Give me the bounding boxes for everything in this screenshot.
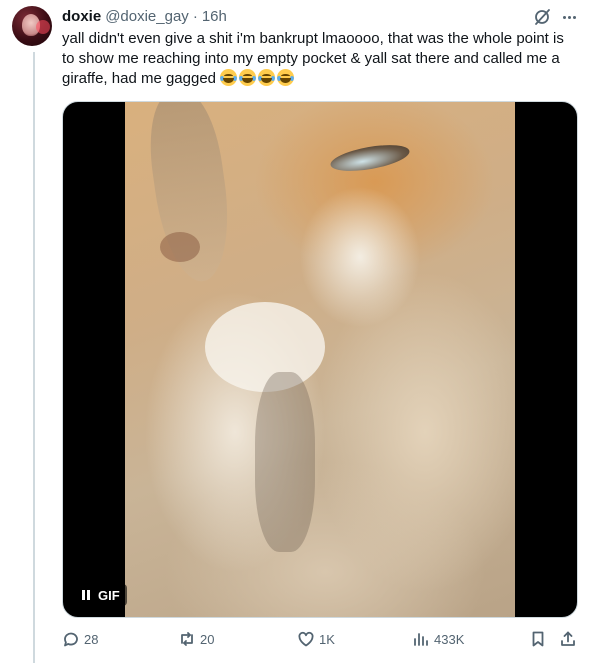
author-name[interactable]: doxie	[62, 8, 101, 25]
pause-icon[interactable]	[82, 590, 90, 600]
author-handle[interactable]: @doxie_gay	[105, 8, 189, 25]
face-with-tears-of-joy-icon	[239, 69, 257, 86]
views-button[interactable]: 433K	[412, 628, 464, 650]
tweet-body: yall didn't even give a shit i'm bankrup…	[62, 30, 564, 87]
more-icon[interactable]	[558, 8, 580, 26]
separator-dot: ·	[192, 7, 198, 25]
avatar[interactable]	[12, 6, 52, 46]
action-bar: 28 20 1K 433K	[62, 628, 580, 650]
bookmark-button[interactable]	[529, 628, 547, 650]
reply-icon	[64, 632, 78, 647]
heart-icon	[298, 631, 314, 647]
analytics-icon	[414, 633, 428, 646]
face-with-tears-of-joy-icon	[258, 69, 276, 86]
gif-frame-cat[interactable]	[125, 102, 515, 617]
gif-label: GIF	[98, 587, 120, 603]
reply-button[interactable]: 28	[62, 628, 98, 650]
tweet-header: doxie @doxie_gay · 16h	[62, 6, 227, 26]
tweet-text: yall didn't even give a shit i'm bankrup…	[62, 29, 580, 89]
view-count: 433K	[434, 631, 465, 647]
thread-line	[33, 52, 35, 663]
like-button[interactable]: 1K	[297, 628, 335, 650]
gif-badge[interactable]: GIF	[75, 584, 127, 606]
reply-count: 28	[84, 631, 99, 647]
share-button[interactable]	[559, 628, 577, 650]
face-with-tears-of-joy-icon	[220, 69, 238, 86]
repost-icon	[181, 632, 193, 646]
timestamp[interactable]: 16h	[202, 8, 227, 25]
gif-media[interactable]: GIF	[62, 101, 578, 618]
share-icon	[561, 631, 575, 646]
face-with-tears-of-joy-icon	[277, 69, 295, 86]
grok-icon[interactable]	[533, 8, 551, 26]
repost-button[interactable]: 20	[178, 628, 214, 650]
like-count: 1K	[319, 631, 335, 647]
repost-count: 20	[200, 631, 215, 647]
bookmark-icon	[532, 631, 544, 647]
